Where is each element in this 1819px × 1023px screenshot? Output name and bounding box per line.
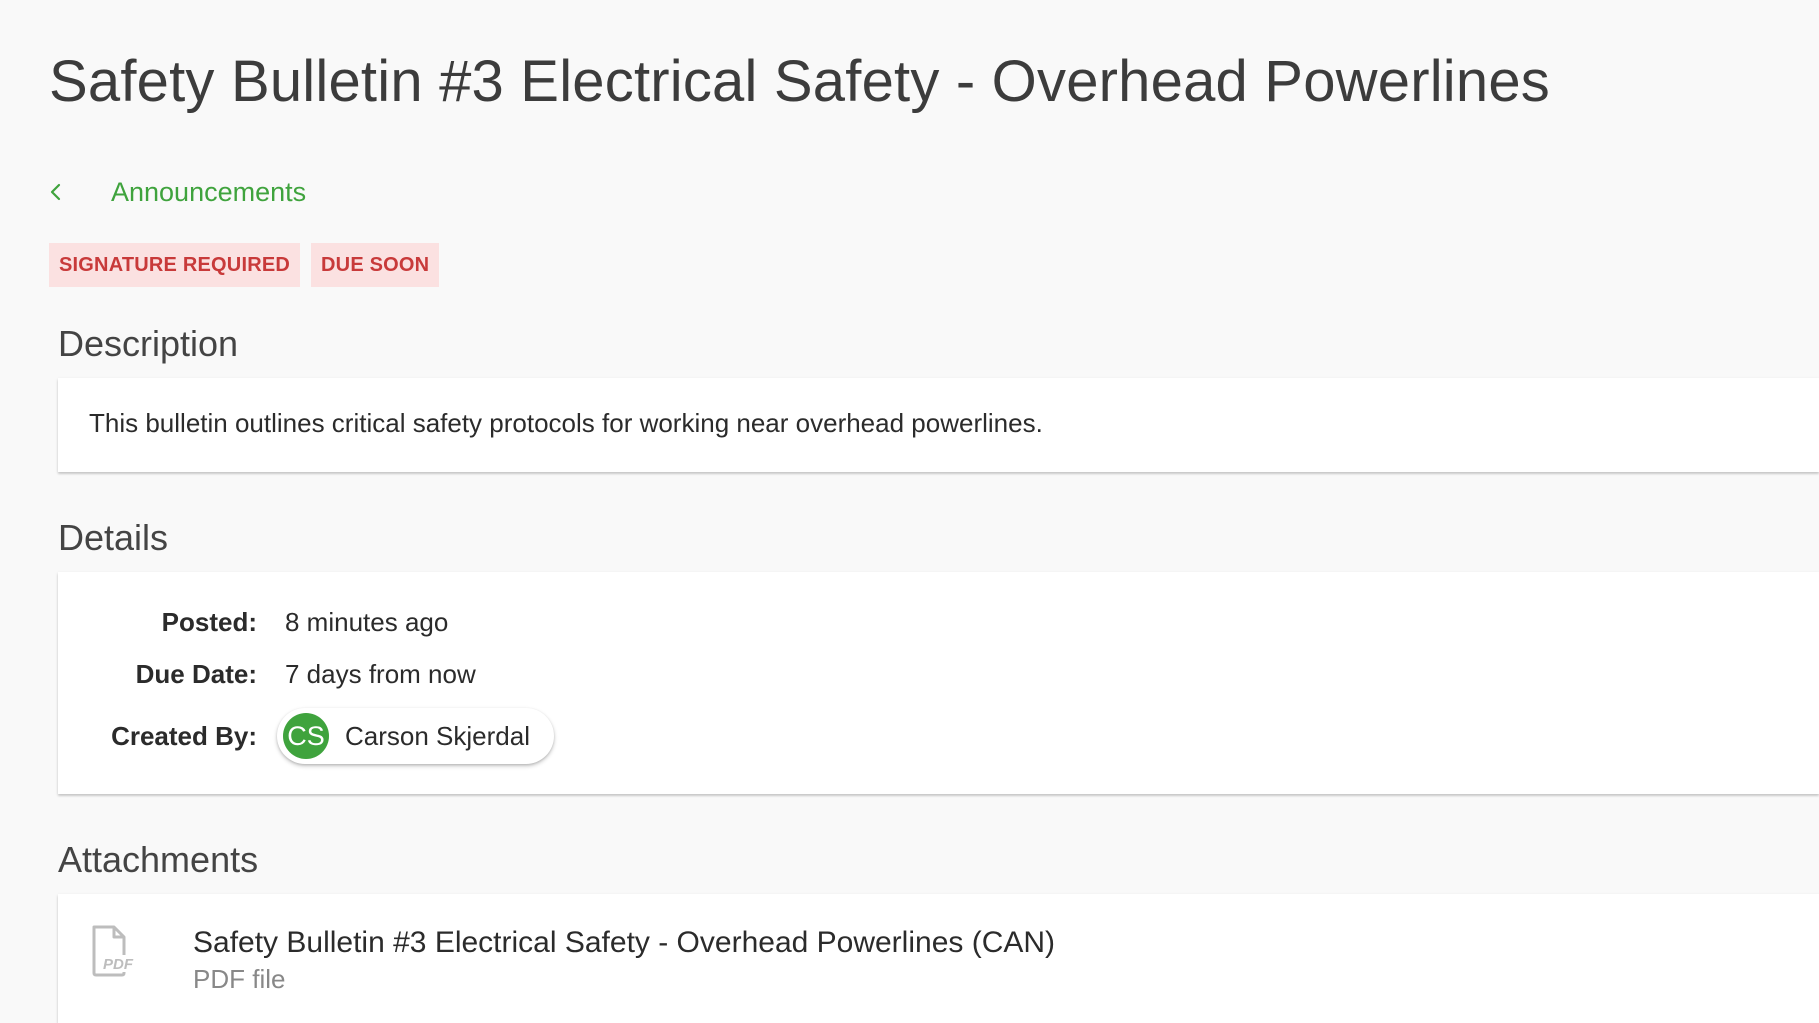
attachment-type: PDF file [193, 964, 286, 994]
posted-value: 8 minutes ago [285, 606, 449, 637]
breadcrumb-label: Announcements [111, 176, 307, 207]
description-card: This bulletin outlines critical safety p… [58, 378, 1819, 472]
attachments-heading: Attachments [58, 839, 259, 880]
status-badges: SIGNATURE REQUIRED DUE SOON [49, 243, 440, 287]
pdf-file-icon: PDF [92, 925, 136, 977]
description-heading: Description [58, 323, 239, 364]
due-date-row: Due Date: 7 days from now [58, 654, 476, 694]
created-by-row: Created By: CS Carson Skjerdal [58, 706, 554, 766]
creator-chip[interactable]: CS Carson Skjerdal [277, 708, 554, 764]
signature-required-badge: SIGNATURE REQUIRED [49, 243, 301, 287]
details-card: Posted: 8 minutes ago Due Date: 7 days f… [58, 572, 1819, 794]
description-text: This bulletin outlines critical safety p… [89, 408, 1043, 438]
posted-row: Posted: 8 minutes ago [58, 602, 449, 642]
page-title: Safety Bulletin #3 Electrical Safety - O… [49, 49, 1550, 114]
posted-label: Posted: [161, 606, 257, 637]
attachment-item[interactable]: PDF Safety Bulletin #3 Electrical Safety… [58, 894, 1819, 1023]
details-heading: Details [58, 517, 169, 558]
chevron-left-icon [50, 183, 61, 201]
breadcrumb-back-link[interactable]: Announcements [44, 172, 306, 212]
attachment-title: Safety Bulletin #3 Electrical Safety - O… [193, 926, 1056, 959]
created-by-label: Created By: [111, 720, 257, 751]
due-date-label: Due Date: [135, 658, 257, 689]
avatar: CS [283, 713, 329, 759]
creator-name: Carson Skjerdal [345, 720, 530, 751]
due-date-value: 7 days from now [285, 658, 476, 689]
svg-text:PDF: PDF [103, 956, 134, 973]
announcement-page: Safety Bulletin #3 Electrical Safety - O… [0, 0, 1819, 1023]
due-soon-badge: DUE SOON [311, 243, 440, 287]
